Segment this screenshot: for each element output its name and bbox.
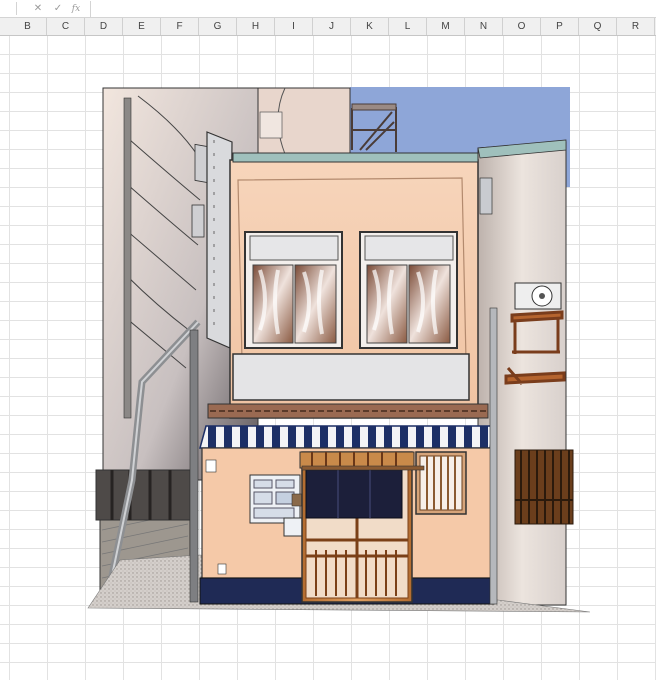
main-facade (207, 152, 489, 419)
building-illustration (87, 87, 591, 613)
shop-window (415, 451, 467, 515)
window-left (244, 231, 343, 349)
awning (199, 425, 495, 449)
vertical-sign (206, 131, 233, 349)
back-building (257, 87, 351, 155)
signboard (232, 353, 470, 401)
window-right (359, 231, 458, 349)
